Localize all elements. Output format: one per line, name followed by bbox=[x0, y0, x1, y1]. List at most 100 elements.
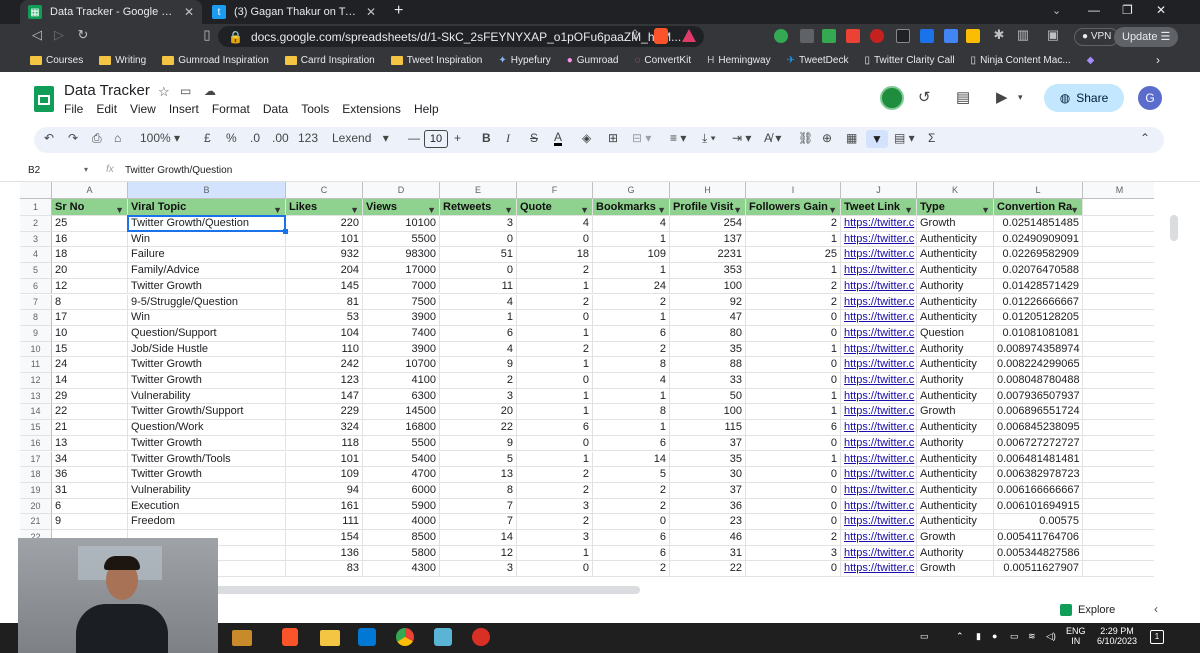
spreadsheet-grid[interactable]: A B C D E F G H I J K L M 1 Sr No ▼ Viral Topic ▼ Likes ▼ Vi… bbox=[20, 182, 1154, 584]
empty-cell[interactable] bbox=[1083, 514, 1154, 530]
table-cell[interactable]: 1 bbox=[517, 357, 593, 373]
bookmark-writing[interactable]: Writing bbox=[99, 55, 146, 66]
table-cell[interactable]: 3 bbox=[440, 561, 517, 578]
row-header[interactable]: 18 bbox=[20, 467, 52, 483]
table-cell[interactable]: 4300 bbox=[363, 561, 440, 578]
history-icon[interactable]: ↺ bbox=[918, 88, 931, 106]
table-cell[interactable]: 0.00575 bbox=[994, 514, 1083, 530]
table-cell[interactable]: 2 bbox=[517, 294, 593, 311]
window-close-icon[interactable]: ✕ bbox=[1156, 3, 1166, 17]
table-cell[interactable]: 0.005344827586 bbox=[994, 545, 1083, 562]
table-cell[interactable]: 110 bbox=[286, 341, 363, 358]
bookmark-hypefury[interactable]: ✦ Hypefury bbox=[498, 55, 550, 66]
reload-icon[interactable]: ↻ bbox=[74, 27, 92, 43]
filter-views-icon[interactable]: ▤ ▾ bbox=[894, 131, 915, 145]
tweet-link-cell[interactable]: https://twitter.c bbox=[841, 388, 917, 405]
table-cell[interactable]: 1 bbox=[746, 341, 841, 358]
tweet-link-cell[interactable]: https://twitter.c bbox=[841, 341, 917, 358]
column-header-h[interactable]: H bbox=[670, 182, 746, 199]
table-cell[interactable]: 8 bbox=[440, 482, 517, 499]
table-cell[interactable]: 4 bbox=[517, 216, 593, 232]
table-cell[interactable]: Authenticity bbox=[917, 231, 994, 248]
table-cell[interactable]: Win bbox=[128, 231, 286, 248]
share-button[interactable]: ◍ Share bbox=[1044, 84, 1124, 112]
filter-icon[interactable]: ▼ bbox=[866, 130, 888, 148]
table-cell[interactable]: 1 bbox=[517, 325, 593, 342]
table-cell[interactable]: 1 bbox=[517, 404, 593, 421]
table-cell[interactable]: Growth bbox=[917, 404, 994, 421]
tweet-link-cell[interactable]: https://twitter.c bbox=[841, 263, 917, 279]
table-cell[interactable]: 0.02514851485 bbox=[994, 216, 1083, 232]
empty-cell[interactable] bbox=[1083, 232, 1154, 248]
table-cell[interactable]: 0.006481481481 bbox=[994, 451, 1083, 468]
table-cell[interactable]: 1 bbox=[517, 388, 593, 405]
extension-icon[interactable] bbox=[774, 29, 788, 43]
table-cell[interactable]: 23 bbox=[670, 514, 746, 530]
table-cell[interactable]: 0.005411764706 bbox=[994, 530, 1083, 546]
table-cell[interactable]: 100 bbox=[670, 278, 746, 295]
collapse-toolbar-icon[interactable]: ⌃ bbox=[1140, 131, 1150, 145]
notes-app-icon[interactable] bbox=[434, 628, 452, 646]
merge-cells-icon[interactable]: ⊟ ▾ bbox=[632, 131, 651, 145]
tweet-link-cell[interactable]: https://twitter.c bbox=[841, 435, 917, 452]
tab-twitter[interactable]: t (3) Gagan Thakur on Twitter: "We are a… bbox=[204, 0, 384, 24]
table-cell[interactable]: 1 bbox=[593, 263, 670, 279]
table-cell[interactable]: Authenticity bbox=[917, 451, 994, 468]
table-cell[interactable]: Authenticity bbox=[917, 467, 994, 483]
table-cell[interactable]: 0.02269582909 bbox=[994, 247, 1083, 264]
table-cell[interactable]: 123 bbox=[286, 373, 363, 389]
column-header-c[interactable]: C bbox=[286, 182, 363, 199]
column-header-e[interactable]: E bbox=[440, 182, 517, 199]
table-cell[interactable]: 1 bbox=[593, 420, 670, 436]
column-title-cell[interactable]: Profile Visit ▼ bbox=[670, 199, 746, 216]
text-color-button[interactable]: A bbox=[554, 131, 563, 146]
row-header[interactable]: 13 bbox=[20, 388, 52, 405]
table-cell[interactable]: Freedom bbox=[128, 514, 286, 530]
table-cell[interactable]: 118 bbox=[286, 435, 363, 452]
filter-icon[interactable]: ▼ bbox=[1070, 202, 1079, 215]
table-cell[interactable]: 5500 bbox=[363, 435, 440, 452]
table-cell[interactable]: Growth bbox=[917, 530, 994, 546]
table-cell[interactable]: 0 bbox=[746, 482, 841, 499]
tweet-link-cell[interactable]: https://twitter.c bbox=[841, 373, 917, 389]
table-cell[interactable]: 21 bbox=[52, 420, 128, 436]
chevron-down-icon[interactable]: ▾ bbox=[84, 165, 88, 174]
column-header-i[interactable]: I bbox=[746, 182, 841, 199]
table-cell[interactable]: Authority bbox=[917, 373, 994, 389]
table-cell[interactable]: Authenticity bbox=[917, 388, 994, 405]
bookmarks-overflow-icon[interactable]: › bbox=[1156, 53, 1160, 67]
table-cell[interactable]: 0.01081081081 bbox=[994, 325, 1083, 342]
empty-cell[interactable] bbox=[1083, 199, 1154, 216]
table-cell[interactable]: 92 bbox=[670, 294, 746, 311]
table-cell[interactable]: 37 bbox=[670, 482, 746, 499]
column-title-cell[interactable]: Type ▼ bbox=[917, 199, 994, 216]
table-cell[interactable]: 10100 bbox=[363, 216, 440, 232]
fill-handle[interactable] bbox=[283, 228, 288, 234]
table-cell[interactable]: 0 bbox=[746, 357, 841, 373]
table-cell[interactable]: 0.008224299065 bbox=[994, 357, 1083, 373]
name-box[interactable]: B2 bbox=[28, 165, 40, 176]
table-cell[interactable]: Question/Work bbox=[128, 420, 286, 436]
extension-icon[interactable] bbox=[896, 29, 910, 43]
table-cell[interactable]: 13 bbox=[52, 435, 128, 452]
table-cell[interactable]: 4 bbox=[440, 341, 517, 358]
table-cell[interactable]: 8 bbox=[593, 404, 670, 421]
table-cell[interactable]: Growth bbox=[917, 561, 994, 578]
column-header-l[interactable]: L bbox=[994, 182, 1083, 199]
menu-file[interactable]: File bbox=[64, 102, 83, 116]
table-cell[interactable]: Twitter Growth bbox=[128, 435, 286, 452]
text-rotation-icon[interactable]: A̸ ▾ bbox=[764, 131, 781, 145]
empty-cell[interactable] bbox=[1083, 310, 1154, 326]
vpn-button[interactable]: ● VPN bbox=[1074, 28, 1120, 46]
brave-rewards-icon[interactable] bbox=[682, 29, 696, 42]
column-title-cell[interactable]: Sr No ▼ bbox=[52, 199, 128, 216]
table-cell[interactable]: 0.01205128205 bbox=[994, 310, 1083, 326]
table-cell[interactable]: 2 bbox=[746, 530, 841, 546]
row-header[interactable]: 14 bbox=[20, 404, 52, 421]
table-cell[interactable]: Question/Support bbox=[128, 325, 286, 342]
menu-help[interactable]: Help bbox=[414, 102, 439, 116]
brave-shields-icon[interactable] bbox=[654, 28, 668, 44]
table-cell[interactable]: 111 bbox=[286, 514, 363, 530]
table-cell[interactable]: 8 bbox=[593, 357, 670, 373]
table-cell[interactable]: 14 bbox=[593, 451, 670, 468]
